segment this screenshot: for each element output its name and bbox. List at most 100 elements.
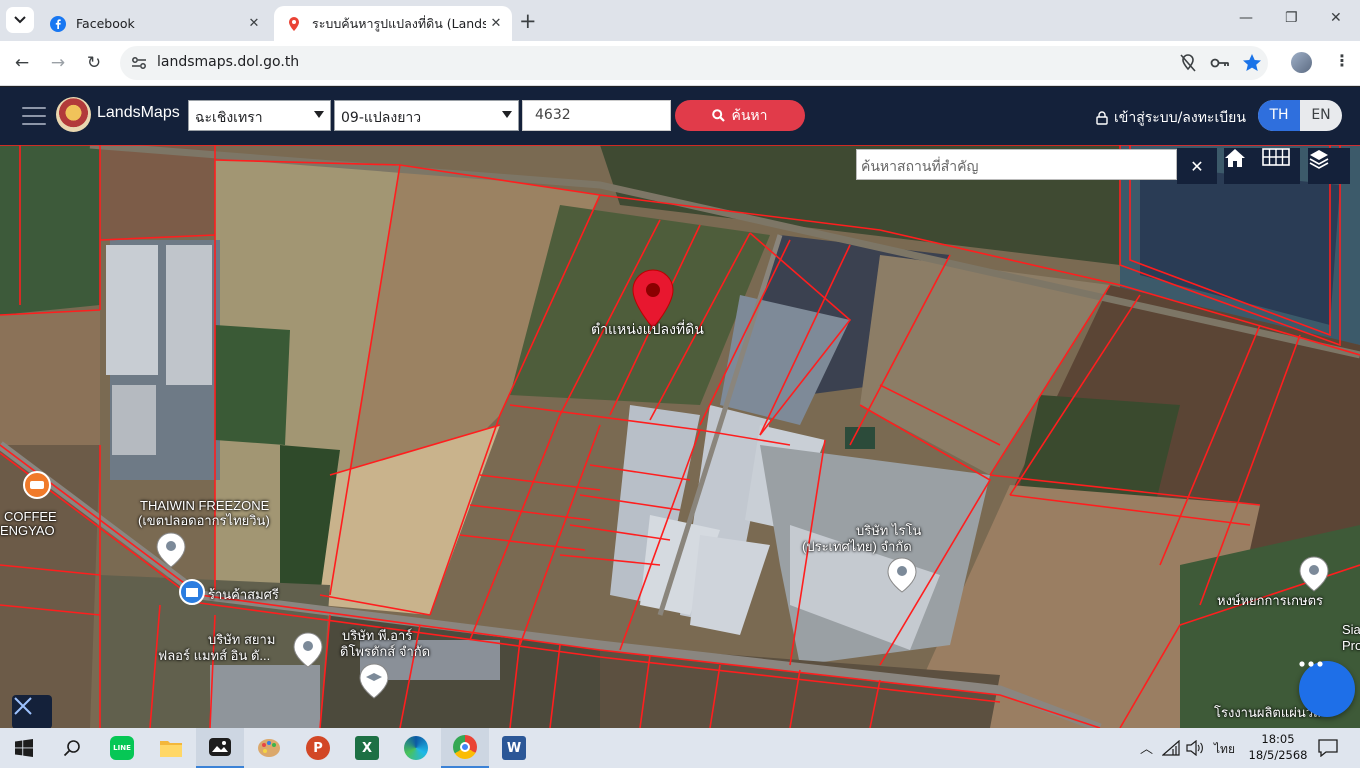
system-clock[interactable]: 18:05 18/5/2568	[1247, 731, 1309, 763]
tab-title: Facebook	[76, 16, 135, 31]
back-icon[interactable]: ←	[10, 51, 34, 75]
poi-siam-sublabel: ฟลอร์ แมทส์ อิน ดั...	[158, 648, 271, 663]
forward-icon[interactable]: →	[46, 51, 70, 75]
grid-button[interactable]	[1262, 148, 1300, 184]
file-explorer-app[interactable]	[147, 728, 195, 768]
line-icon: LINE	[110, 736, 134, 760]
folder-icon	[160, 741, 182, 757]
excel-icon: X	[355, 736, 379, 760]
poi-edge-label: Sia	[1342, 622, 1360, 637]
bookmark-star-icon[interactable]	[1241, 52, 1263, 74]
clear-search-button[interactable]: ✕	[1177, 148, 1217, 184]
excel-app[interactable]: X	[343, 728, 391, 768]
search-icon	[712, 109, 726, 122]
ruler-pencil-icon	[14, 697, 32, 715]
hamburger-menu-icon[interactable]	[22, 107, 46, 131]
poi-shop-label: ร้านค้าสมศรี	[208, 587, 279, 602]
url-text: landsmaps.dol.go.th	[157, 54, 300, 70]
measure-tool-button[interactable]	[12, 695, 52, 728]
photos-app[interactable]	[196, 728, 244, 768]
password-key-icon[interactable]	[1209, 52, 1231, 74]
tab-landsmaps[interactable]: ระบบค้นหารูปแปลงที่ดิน (LandsMaps) ✕	[274, 6, 512, 41]
word-icon: W	[502, 736, 526, 760]
parcel-number-input[interactable]: 4632	[522, 100, 671, 131]
tab-title: ระบบค้นหารูปแปลงที่ดิน (LandsMaps)	[312, 15, 486, 31]
more-dots-icon	[1299, 661, 1323, 667]
paint-palette-icon	[258, 739, 280, 757]
poi-pr-label: บริษัท พี.อาร์	[342, 628, 413, 643]
search-taskbar-button[interactable]	[48, 728, 96, 768]
brand-name: LandsMaps	[97, 104, 180, 121]
profile-avatar[interactable]	[1291, 52, 1312, 73]
reload-icon[interactable]: ↻	[82, 51, 106, 75]
photos-icon	[209, 738, 231, 756]
volume-icon[interactable]	[1186, 740, 1204, 756]
word-app[interactable]: W	[490, 728, 538, 768]
browser-toolbar: ← → ↻ landsmaps.dol.go.th ⋮	[0, 41, 1360, 86]
notification-icon[interactable]	[1318, 739, 1338, 757]
login-label: เข้าสู่ระบบ/ลงทะเบียน	[1114, 110, 1246, 126]
more-options-button[interactable]	[1299, 661, 1355, 717]
tab-search-button[interactable]	[6, 7, 34, 33]
poi-thaiwin-sublabel: (เขตปลอดอากรไทยวิน)	[138, 513, 270, 528]
poi-pr-sublabel: ดิโพรดักส์ จำกัด	[340, 644, 431, 659]
poi-siam-label: บริษัท สยาม	[208, 632, 276, 647]
site-header: LandsMaps ฉะเชิงเทรา 09-แปลงยาว 4632 ค้น…	[0, 87, 1360, 145]
restore-icon[interactable]: ❐	[1285, 10, 1298, 26]
layers-icon	[1309, 150, 1329, 169]
home-button[interactable]	[1224, 148, 1262, 184]
close-window-icon[interactable]: ✕	[1330, 10, 1342, 26]
poi-coffee-label: COFFEE	[4, 509, 57, 524]
marker-label: ตำแหน่งแปลงที่ดิน	[591, 321, 704, 337]
place-search-placeholder: ค้นหาสถานที่สำคัญ	[861, 159, 979, 175]
line-app[interactable]: LINE	[98, 728, 146, 768]
site-settings-icon[interactable]	[131, 55, 147, 71]
clock-time: 18:05	[1261, 732, 1295, 746]
minimize-icon[interactable]: —	[1239, 10, 1253, 26]
dropdown-arrow-icon	[502, 111, 512, 118]
dropdown-arrow-icon	[314, 111, 324, 118]
address-bar[interactable]: landsmaps.dol.go.th	[120, 46, 1268, 80]
facebook-icon	[50, 15, 66, 32]
paint-app[interactable]	[245, 728, 293, 768]
poi-thaiwin-label: THAIWIN FREEZONE	[140, 498, 270, 513]
parcel-number-value: 4632	[535, 107, 571, 123]
chrome-icon	[453, 735, 477, 759]
district-select[interactable]: 09-แปลงยาว	[334, 100, 519, 131]
start-button[interactable]	[0, 728, 48, 768]
search-button[interactable]: ค้นหา	[675, 100, 805, 131]
powerpoint-icon: P	[306, 736, 330, 760]
windows-taskbar: LINE P X W ︿ ไทย 18:05 18/5/2568	[0, 728, 1360, 768]
login-link[interactable]: เข้าสู่ระบบ/ลงทะเบียน	[1096, 107, 1246, 129]
home-icon	[1225, 149, 1245, 167]
edge-app[interactable]	[392, 728, 440, 768]
poi-raino-label: บริษัท ไรโน	[856, 523, 922, 538]
browser-menu-icon[interactable]: ⋮	[1334, 51, 1350, 70]
district-value: 09-แปลงยาว	[341, 110, 422, 126]
layers-button[interactable]	[1308, 148, 1350, 184]
location-blocked-icon[interactable]	[1177, 52, 1199, 74]
windows-logo-icon	[15, 739, 33, 757]
input-language[interactable]: ไทย	[1214, 740, 1235, 759]
tray-chevron-up-icon[interactable]: ︿	[1140, 738, 1153, 757]
lock-icon	[1096, 111, 1108, 125]
new-tab-icon[interactable]: +	[519, 9, 537, 33]
powerpoint-app[interactable]: P	[294, 728, 342, 768]
close-tab-icon[interactable]: ✕	[244, 16, 264, 31]
chrome-app[interactable]	[441, 728, 489, 768]
province-select[interactable]: ฉะเชิงเทรา	[188, 100, 331, 131]
dol-logo	[56, 97, 91, 132]
poi-farm-label: หงษ์หยกการเกษตร	[1217, 593, 1324, 608]
browser-tab-strip: Facebook ✕ ระบบค้นหารูปแปลงที่ดิน (Lands…	[0, 0, 1360, 41]
network-icon[interactable]	[1162, 740, 1180, 756]
province-value: ฉะเชิงเทรา	[195, 110, 263, 126]
chevron-down-icon	[14, 16, 26, 24]
tab-facebook[interactable]: Facebook ✕	[38, 6, 270, 41]
lang-th-button[interactable]: TH	[1258, 100, 1300, 131]
map-imagery	[0, 145, 1360, 728]
satellite-map[interactable]: ตำแหน่งแปลงที่ดิน THAIWIN FREEZONE (เขตป…	[0, 145, 1360, 728]
poi-coffee-sublabel: ENGYAO	[0, 523, 55, 538]
close-tab-icon[interactable]: ✕	[486, 16, 506, 31]
lang-en-button[interactable]: EN	[1300, 100, 1342, 131]
place-search-input[interactable]: ค้นหาสถานที่สำคัญ	[856, 149, 1177, 180]
